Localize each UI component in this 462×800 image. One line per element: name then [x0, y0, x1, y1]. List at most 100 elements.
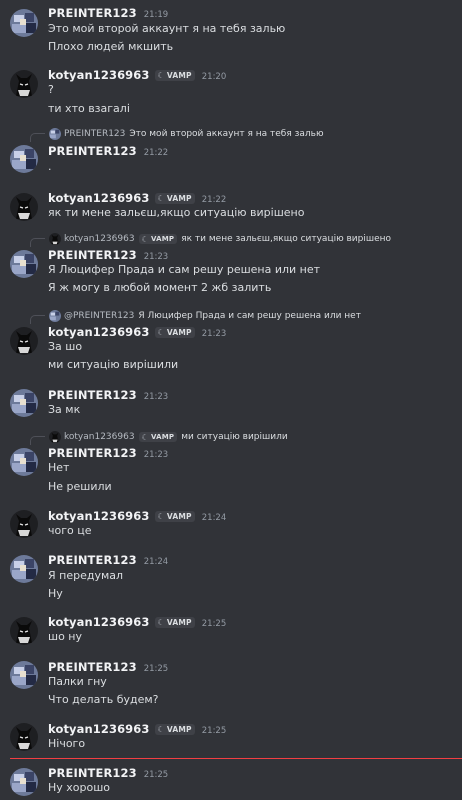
- tag-label: VAMP: [166, 512, 192, 521]
- reply-text: Я Люцифер Прада и сам решу решена или не…: [138, 311, 361, 321]
- reply-author: kotyan1236963: [64, 432, 135, 442]
- crescent-moon-icon: ☾: [141, 234, 149, 244]
- timestamp: 21:22: [143, 148, 169, 158]
- timestamp: 21:23: [201, 329, 227, 339]
- timestamp: 21:24: [201, 513, 227, 523]
- message-text: Я ж могу в любой момент 2 жб залить: [48, 281, 272, 294]
- avatar: [49, 233, 61, 245]
- reply-spine: [30, 314, 45, 324]
- crescent-moon-icon: ☾: [141, 432, 149, 442]
- avatar[interactable]: [10, 250, 38, 278]
- message-text: Ну: [48, 587, 63, 600]
- server-tag: ☾ VAMP: [138, 432, 178, 442]
- server-tag[interactable]: ☾ VAMP: [154, 617, 195, 628]
- avatar: [49, 128, 61, 140]
- timestamp: 21:19: [143, 10, 169, 20]
- timestamp: 21:23: [143, 252, 169, 262]
- crescent-moon-icon: ☾: [157, 618, 165, 627]
- avatar[interactable]: [10, 193, 38, 221]
- server-tag[interactable]: ☾ VAMP: [154, 193, 195, 204]
- tag-label: VAMP: [150, 235, 175, 243]
- username[interactable]: kotyan1236963: [48, 68, 150, 82]
- server-tag[interactable]: ☾ VAMP: [154, 70, 195, 81]
- reply-reference[interactable]: kotyan1236963 ☾ VAMP ми ситуацію вирішили: [30, 431, 288, 445]
- message-text: Что делать будем?: [48, 693, 159, 706]
- reply-author: kotyan1236963: [64, 234, 135, 244]
- reply-reference[interactable]: kotyan1236963 ☾ VAMP як ти мене зальєш,як…: [30, 233, 392, 247]
- avatar[interactable]: [10, 510, 38, 538]
- crescent-moon-icon: ☾: [157, 725, 165, 734]
- message-text: ти хто взагалі: [48, 102, 130, 115]
- reply-author: @PREINTER123: [64, 311, 135, 321]
- avatar[interactable]: [10, 617, 38, 645]
- message-text: Это мой второй аккаунт я на тебя залью: [48, 22, 286, 35]
- avatar[interactable]: [10, 327, 38, 355]
- message-text: Не решили: [48, 480, 112, 493]
- message-text: ми ситуацію вирішили: [48, 358, 179, 371]
- reply-text: ми ситуацію вирішили: [181, 432, 288, 442]
- username[interactable]: PREINTER123: [48, 248, 137, 262]
- reply-reference[interactable]: PREINTER123 Это мой второй аккаунт я на …: [30, 128, 324, 142]
- message-text: Нічого: [48, 737, 86, 750]
- message-text: шо ну: [48, 630, 82, 643]
- username[interactable]: kotyan1236963: [48, 325, 150, 339]
- avatar[interactable]: [10, 723, 38, 751]
- server-tag[interactable]: ☾ VAMP: [154, 327, 195, 338]
- reply-spine: [30, 132, 45, 142]
- server-tag[interactable]: ☾ VAMP: [154, 724, 195, 735]
- reply-text: як ти мене зальєш,якщо ситуацію вирішено: [181, 234, 392, 244]
- avatar[interactable]: [10, 555, 38, 583]
- username[interactable]: PREINTER123: [48, 553, 137, 567]
- message-text: як ти мене зальєш,якщо ситуацію вирішено: [48, 206, 305, 219]
- tag-label: VAMP: [166, 194, 192, 203]
- username[interactable]: kotyan1236963: [48, 615, 150, 629]
- avatar[interactable]: [10, 448, 38, 476]
- timestamp: 21:22: [201, 195, 227, 205]
- username[interactable]: kotyan1236963: [48, 722, 150, 736]
- message-text: чого це: [48, 524, 92, 537]
- timestamp: 21:25: [201, 619, 227, 629]
- crescent-moon-icon: ☾: [157, 194, 165, 203]
- avatar[interactable]: [10, 70, 38, 98]
- avatar[interactable]: [10, 389, 38, 417]
- tag-label: VAMP: [150, 433, 175, 441]
- timestamp: 21:25: [201, 726, 227, 736]
- reply-text: Это мой второй аккаунт я на тебя залью: [129, 129, 324, 139]
- timestamp: 21:25: [143, 770, 169, 780]
- username[interactable]: PREINTER123: [48, 766, 137, 780]
- timestamp: 21:20: [201, 72, 227, 82]
- message-text: За мк: [48, 403, 81, 416]
- reply-spine: [30, 435, 45, 445]
- avatar[interactable]: [10, 768, 38, 796]
- chat-log: PREINTER123 21:19 Это мой второй аккаунт…: [0, 0, 462, 800]
- avatar[interactable]: [10, 145, 38, 173]
- message-text: Палки гну: [48, 675, 107, 688]
- username[interactable]: PREINTER123: [48, 660, 137, 674]
- timestamp: 21:23: [143, 392, 169, 402]
- server-tag: ☾ VAMP: [138, 234, 178, 244]
- reply-author: PREINTER123: [64, 129, 126, 139]
- message-text: Ну хорошо: [48, 781, 111, 794]
- username[interactable]: PREINTER123: [48, 6, 137, 20]
- message-text: ?: [48, 83, 54, 96]
- avatar[interactable]: [10, 661, 38, 689]
- username[interactable]: PREINTER123: [48, 446, 137, 460]
- message-text: Нет: [48, 461, 70, 474]
- server-tag[interactable]: ☾ VAMP: [154, 511, 195, 522]
- tag-label: VAMP: [166, 71, 192, 80]
- avatar[interactable]: [10, 9, 38, 37]
- tag-label: VAMP: [166, 618, 192, 627]
- message-text: Я Люцифер Прада и сам решу решена или не…: [48, 263, 321, 276]
- message-text: .: [48, 160, 52, 173]
- message-text: Я передумал: [48, 569, 124, 582]
- username[interactable]: kotyan1236963: [48, 191, 150, 205]
- timestamp: 21:24: [143, 557, 169, 567]
- avatar: [49, 310, 61, 322]
- username[interactable]: kotyan1236963: [48, 509, 150, 523]
- crescent-moon-icon: ☾: [157, 328, 165, 337]
- username[interactable]: PREINTER123: [48, 388, 137, 402]
- username[interactable]: PREINTER123: [48, 144, 137, 158]
- reply-reference[interactable]: @PREINTER123 Я Люцифер Прада и сам решу …: [30, 310, 361, 324]
- tag-label: VAMP: [166, 328, 192, 337]
- timestamp: 21:23: [143, 450, 169, 460]
